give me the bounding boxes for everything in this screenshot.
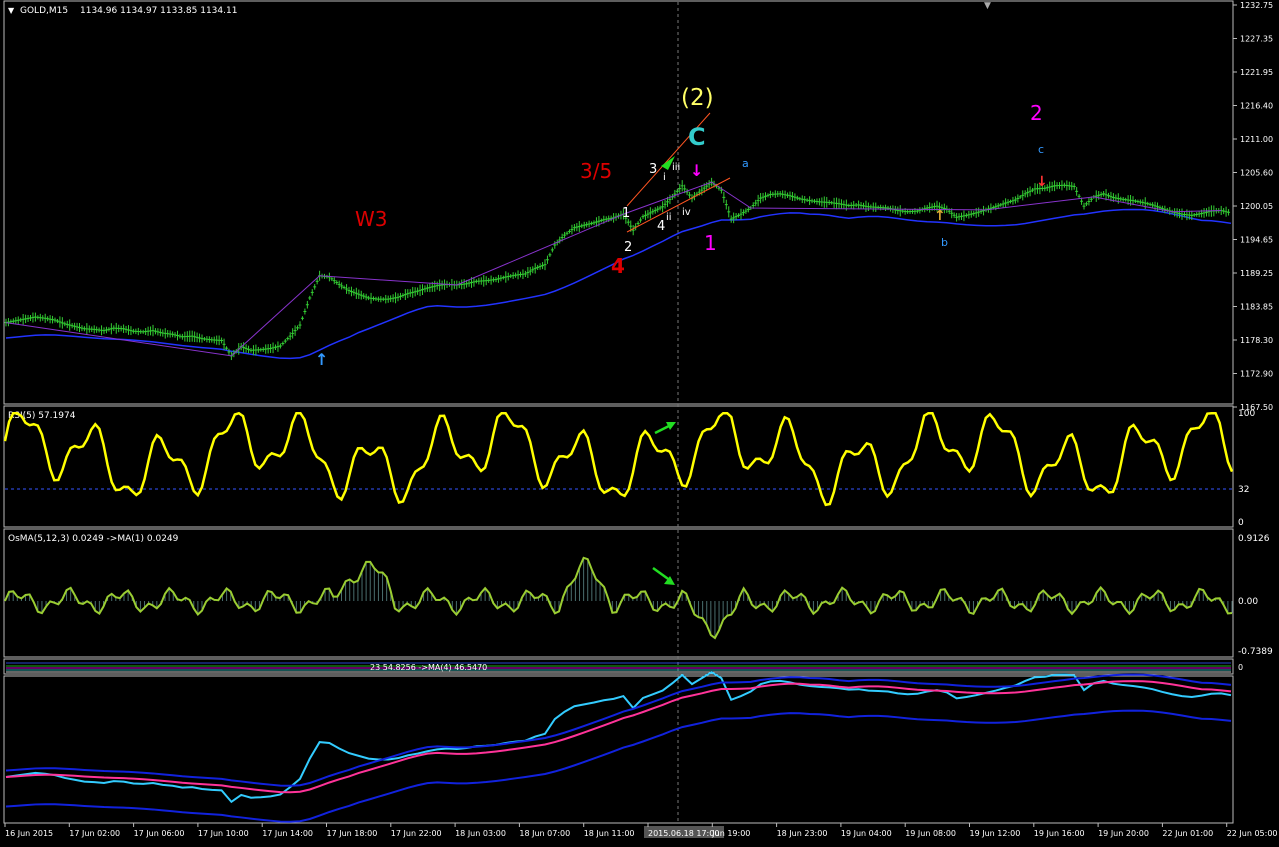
subwave-roman-iii: iii (672, 162, 680, 173)
band-upper-line (5, 673, 1232, 787)
time-tick-label: 17 Jun 06:00 (134, 829, 185, 838)
osma-histogram (8, 557, 1233, 638)
price-tick-label: 1232.75 (1240, 1, 1273, 10)
osma-line (4, 556, 1233, 640)
price-tick-label: 1216.40 (1240, 102, 1273, 111)
time-tick-label: 22 Jun 01:00 (1162, 829, 1213, 838)
wave-a: a (742, 157, 749, 170)
price-tick-label: 1221.95 (1240, 68, 1273, 77)
price-tick-label: 1189.25 (1240, 269, 1273, 278)
subwave-roman-iv: iv (682, 207, 691, 218)
price-tick-label: 1205.60 (1240, 169, 1273, 178)
osma-level-zero: 0.00 (1238, 597, 1258, 607)
price-tick-label: 1227.35 (1240, 35, 1273, 44)
down-arrow-c-icon: ↓ (1036, 174, 1048, 190)
time-tick-label: 17 Jun 02:00 (69, 829, 120, 838)
up-arrow-b-icon: ↑ (934, 208, 946, 224)
rsi-level-0: 0 (1238, 518, 1244, 528)
bands-lines (5, 671, 1232, 823)
time-tick-label: 17 Jun 14:00 (262, 829, 313, 838)
chart-svg: ▼ GOLD,M15 1134.96 1134.97 1133.85 1134.… (3, 0, 1278, 838)
wave-c: C (688, 123, 706, 151)
osma-label: OsMA(5,12,3) 0.0249 ->MA(1) 0.0249 (8, 534, 179, 544)
wave-w3: W3 (355, 207, 388, 231)
time-tick-label: 18 Jun 11:00 (584, 829, 635, 838)
price-tick-label: 1172.90 (1240, 370, 1273, 379)
time-tick-label: Jun 19:00 (711, 829, 750, 838)
price-tick-label: 1183.85 (1240, 303, 1273, 312)
wave-b: b (941, 236, 948, 249)
price-tick-label: 1194.65 (1240, 236, 1273, 245)
subwave-3: 3 (649, 162, 657, 177)
wave-3-5: 3/5 (580, 159, 612, 183)
mini-indicator-lines (6, 662, 1231, 673)
time-tick-label: 19 Jun 20:00 (1098, 829, 1149, 838)
time-tick-label: 18 Jun 03:00 (455, 829, 506, 838)
rsi-line (3, 411, 1234, 507)
time-tick-label: 17 Jun 22:00 (391, 829, 442, 838)
price-tick-label: 1178.30 (1240, 336, 1273, 345)
chart-dropdown-icon[interactable]: ▼ (8, 6, 15, 15)
time-tick-label: 16 Jun 2015 (5, 829, 53, 838)
time-tick-label: 17 Jun 18:00 (327, 829, 378, 838)
time-tick-label: 18 Jun 23:00 (777, 829, 828, 838)
symbol-label: GOLD,M15 (20, 6, 68, 16)
channel-lower-line (626, 177, 731, 233)
wave-2-paren: (2) (681, 85, 714, 111)
subwave-4: 4 (657, 219, 665, 234)
subwave-1: 1 (622, 206, 630, 221)
subwave-2: 2 (624, 240, 632, 255)
rsi-level-100: 100 (1238, 409, 1255, 419)
osma-level-top: 0.9126 (1238, 534, 1270, 544)
time-tick-label: 19 Jun 12:00 (970, 829, 1021, 838)
subwave-roman-ii: ii (666, 212, 672, 223)
mini-panel-label: 23 54.8256 ->MA(4) 46.5470 (370, 663, 487, 672)
up-arrow-icon: ↑ (315, 350, 328, 369)
ohlc-label: 1134.96 1134.97 1133.85 1134.11 (80, 6, 237, 16)
wave-1-magenta: 1 (704, 231, 717, 255)
subwave-roman-i: i (663, 172, 666, 183)
time-tick-label: 19 Jun 04:00 (841, 829, 892, 838)
price-axis: 1232.75 1227.35 1221.95 1216.40 1211.00 1205.… (1233, 1, 1273, 412)
osma-level-bottom: -0.7389 (1238, 647, 1273, 657)
time-tick-label: 22 Jun 05:00 (1227, 829, 1278, 838)
price-tick-label: 1200.05 (1240, 202, 1273, 211)
shift-marker-icon[interactable]: ▼ (984, 1, 991, 11)
wave-2-magenta: 2 (1030, 101, 1043, 125)
time-tick-label: 17 Jun 10:00 (198, 829, 249, 838)
price-tick-label: 1211.00 (1240, 135, 1273, 144)
mini-panel-axis: 0 (1238, 663, 1243, 672)
time-tick-label: 19 Jun 08:00 (905, 829, 956, 838)
rsi-panel[interactable] (3, 405, 1234, 528)
down-arrow-icon: ↓ (690, 161, 703, 180)
time-tick-label: 19 Jun 16:00 (1034, 829, 1085, 838)
rsi-level-32: 32 (1238, 485, 1249, 495)
time-tick-label: 2015.06.18 17:00 (648, 829, 719, 838)
time-tick-label: 18 Jun 07:00 (519, 829, 570, 838)
time-axis: 16 Jun 2015 17 Jun 02:00 17 Jun 06:00 17 Ju… (4, 823, 1278, 838)
band-lower-line (5, 709, 1232, 823)
osma-panel[interactable] (3, 528, 1234, 658)
wave-c-small: c (1038, 143, 1044, 156)
wave-4: 4 (611, 254, 625, 278)
